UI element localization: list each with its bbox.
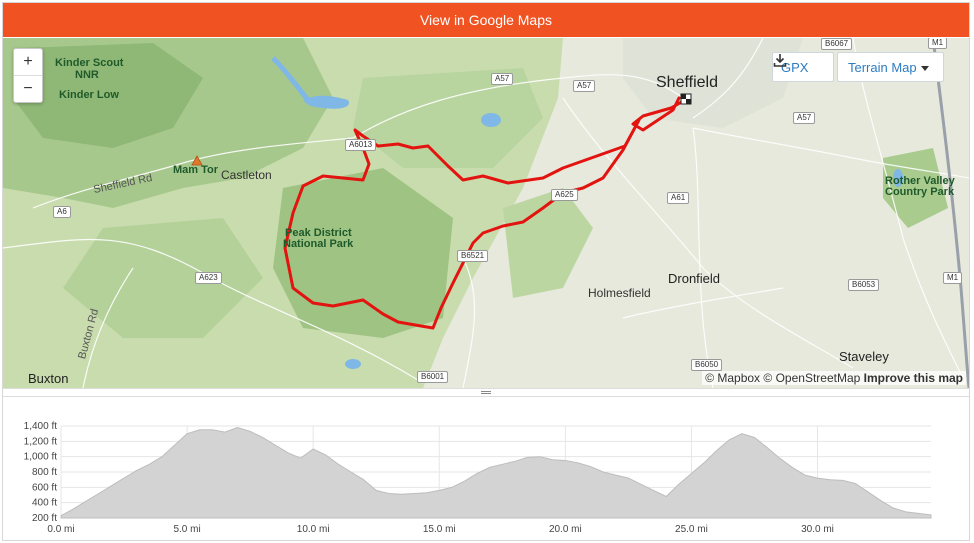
map-label-national-park: National Park bbox=[283, 238, 354, 250]
x-axis: 0.0 mi 5.0 mi 10.0 mi 15.0 mi 20.0 mi 25.0 mi… bbox=[47, 524, 834, 535]
map-label-country-park: Country Park bbox=[885, 186, 955, 198]
y-tick-label: 600 ft bbox=[32, 482, 57, 493]
zoom-out-button[interactable]: − bbox=[14, 75, 42, 102]
road-shield-a57: A57 bbox=[793, 112, 816, 124]
road-shield-a61: A61 bbox=[667, 192, 690, 204]
map-type-dropdown[interactable]: Terrain Map bbox=[837, 52, 944, 82]
road-shield-a623: A623 bbox=[195, 272, 222, 284]
x-tick-label: 10.0 mi bbox=[297, 524, 330, 535]
road-shield-b6067: B6067 bbox=[821, 38, 853, 50]
map-label-sheffield: Sheffield bbox=[656, 74, 718, 91]
map-label-nnr: NNR bbox=[75, 69, 99, 81]
y-tick-label: 800 ft bbox=[32, 467, 57, 478]
map-label-castleton: Castleton bbox=[221, 168, 272, 182]
improve-map-link[interactable]: Improve this map bbox=[864, 371, 963, 385]
osm-link[interactable]: © OpenStreetMap bbox=[763, 371, 860, 385]
y-tick-label: 200 ft bbox=[32, 513, 57, 524]
map-label-mam-tor: Mam Tor bbox=[173, 164, 219, 176]
map-type-label: Terrain Map bbox=[848, 60, 917, 75]
download-icon bbox=[773, 54, 787, 67]
x-tick-label: 15.0 mi bbox=[423, 524, 456, 535]
x-tick-label: 5.0 mi bbox=[173, 524, 200, 535]
y-tick-label: 1,400 ft bbox=[24, 421, 58, 432]
y-tick-label: 1,200 ft bbox=[24, 436, 58, 447]
route-map[interactable]: Kinder Scout NNR Kinder Low Mam Tor Cast… bbox=[3, 38, 969, 388]
y-tick-label: 400 ft bbox=[32, 498, 57, 509]
caret-down-icon bbox=[921, 66, 929, 71]
map-label-staveley: Staveley bbox=[839, 349, 889, 364]
map-label-holmesfield: Holmesfield bbox=[588, 286, 651, 300]
y-axis: 1,400 ft 1,200 ft 1,000 ft 800 ft 600 ft 400 … bbox=[24, 421, 58, 524]
road-shield-m1: M1 bbox=[943, 272, 963, 284]
road-shield-b6050: B6050 bbox=[691, 359, 723, 371]
elevation-profile-chart: 1,400 ft 1,200 ft 1,000 ft 800 ft 600 ft 400 … bbox=[24, 421, 932, 535]
map-label-kinder-scout: Kinder Scout bbox=[55, 57, 124, 69]
resize-handle[interactable] bbox=[3, 388, 969, 397]
x-tick-label: 0.0 mi bbox=[47, 524, 74, 535]
road-shield-a6: A6 bbox=[53, 206, 71, 218]
map-attribution: © Mapbox © OpenStreetMap Improve this ma… bbox=[702, 371, 966, 385]
y-tick-label: 1,000 ft bbox=[24, 452, 58, 463]
road-shield-a625: A625 bbox=[551, 189, 578, 201]
x-tick-label: 25.0 mi bbox=[675, 524, 708, 535]
road-shield-a57: A57 bbox=[491, 73, 514, 85]
road-shield-m1: M1 bbox=[928, 38, 948, 49]
x-tick-label: 20.0 mi bbox=[549, 524, 582, 535]
zoom-control: + − bbox=[13, 48, 43, 103]
map-label-buxton: Buxton bbox=[28, 371, 69, 386]
mapbox-link[interactable]: © Mapbox bbox=[705, 371, 760, 385]
road-shield-b6521: B6521 bbox=[457, 250, 489, 262]
road-shield-a57: A57 bbox=[573, 80, 596, 92]
grip-icon bbox=[481, 391, 491, 394]
road-shield-b6053: B6053 bbox=[848, 279, 880, 291]
terrain-map-canvas bbox=[3, 38, 969, 388]
zoom-in-button[interactable]: + bbox=[14, 49, 42, 75]
view-in-google-maps-button[interactable]: View in Google Maps bbox=[3, 3, 969, 37]
map-label-dronfield: Dronfield bbox=[668, 271, 721, 286]
x-tick-label: 30.0 mi bbox=[801, 524, 834, 535]
gpx-download-button[interactable]: GPX bbox=[772, 52, 834, 82]
map-label-kinder-low: Kinder Low bbox=[59, 89, 119, 101]
road-shield-a6013: A6013 bbox=[345, 139, 377, 151]
road-shield-b6001: B6001 bbox=[417, 371, 449, 383]
